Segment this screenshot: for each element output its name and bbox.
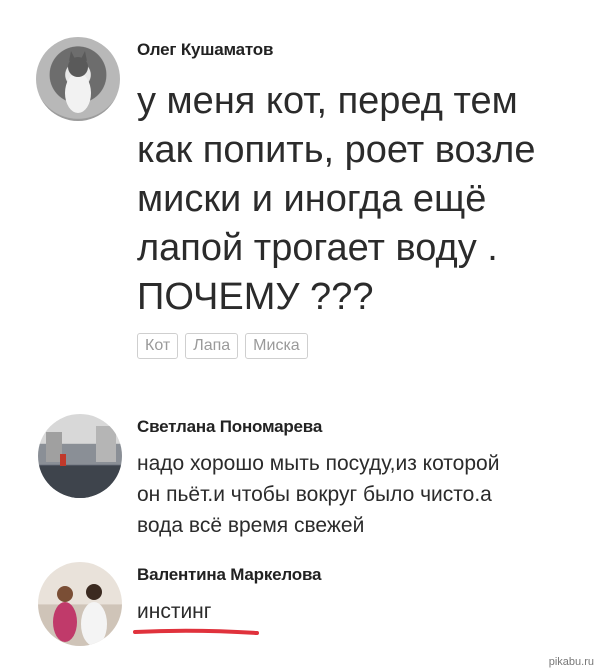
comment-line: инстинг <box>137 600 212 623</box>
watermark: pikabu.ru <box>548 656 594 668</box>
post-author-name[interactable]: Олег Кушаматов <box>137 40 273 60</box>
comment-body: инстинг <box>137 596 587 627</box>
tag-bowl[interactable]: Миска <box>245 333 308 359</box>
comment-author-name[interactable]: Валентина Маркелова <box>137 565 321 585</box>
post-author-avatar[interactable] <box>36 37 120 121</box>
red-underline <box>133 628 259 635</box>
tag-list: Кот Лапа Миска <box>137 333 308 359</box>
post-line: лапой трогает воду . <box>137 227 498 269</box>
people-photo-icon <box>53 584 107 646</box>
comment-line: он пьёт.и чтобы вокруг было чисто.а <box>137 483 492 506</box>
comment-avatar[interactable] <box>38 414 122 498</box>
post-line: ПОЧЕМУ ??? <box>137 276 374 318</box>
cat-photo-icon <box>65 51 91 113</box>
comment-line: вода всё время свежей <box>137 514 365 537</box>
tag-paw[interactable]: Лапа <box>185 333 239 359</box>
post-line: у меня кот, перед тем <box>137 80 518 122</box>
comment-line: надо хорошо мыть посуду,из которой <box>137 452 500 475</box>
tag-cat[interactable]: Кот <box>137 333 179 359</box>
comment-author-name[interactable]: Светлана Пономарева <box>137 417 322 437</box>
post-line: миски и иногда ещё <box>137 178 487 220</box>
crowd-photo-icon <box>38 426 122 498</box>
post-body: у меня кот, перед тем как попить, роет в… <box>137 77 587 322</box>
comment-avatar[interactable] <box>38 562 122 646</box>
comment-body: надо хорошо мыть посуду,из которой он пь… <box>137 448 587 541</box>
post-line: как попить, роет возле <box>137 129 536 171</box>
